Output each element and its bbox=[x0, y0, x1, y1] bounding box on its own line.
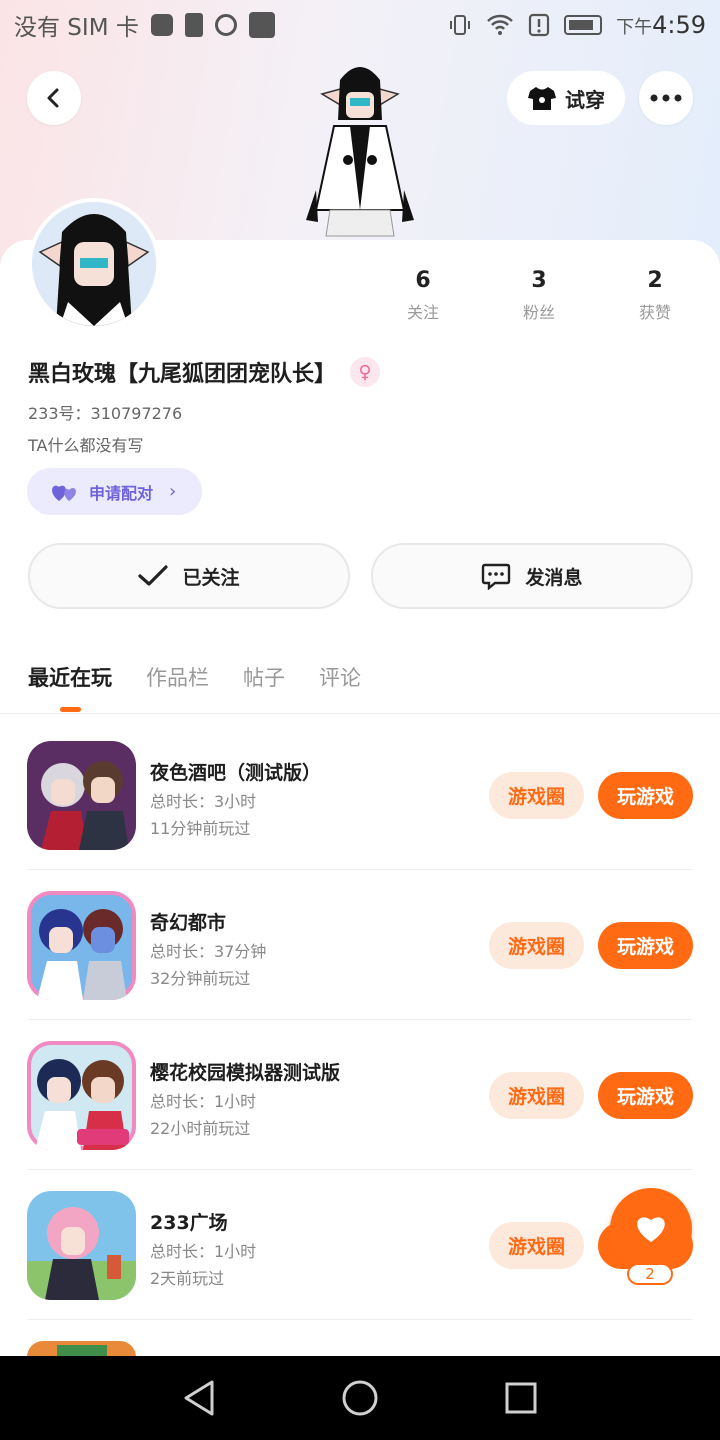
bio-text: TA什么都没有写 bbox=[28, 436, 144, 455]
chat-bubble-icon bbox=[482, 563, 511, 590]
profile-stats: 6 关注 3 粉丝 2 获赞 bbox=[365, 268, 715, 323]
apply-pair-button[interactable]: 申请配对 › bbox=[27, 468, 202, 515]
stat-label: 获赞 bbox=[638, 303, 671, 322]
try-on-label: 试穿 bbox=[565, 87, 605, 112]
alert-icon bbox=[528, 13, 550, 37]
more-button[interactable] bbox=[639, 71, 693, 125]
system-navigation-bar bbox=[0, 1356, 720, 1440]
profile-tabs: 最近在玩 作品栏 帖子 评论 bbox=[28, 662, 361, 692]
play-game-button[interactable]: 玩游戏 bbox=[598, 772, 693, 819]
time-text: 4:59 bbox=[652, 11, 706, 39]
game-last-played: 11分钟前玩过 bbox=[150, 819, 251, 838]
paired-hearts-icon bbox=[52, 485, 76, 501]
battery-icon bbox=[564, 15, 603, 35]
profile-name: 黑白玫瑰【九尾狐团团宠队长】 bbox=[28, 362, 337, 387]
sd-card-icon bbox=[184, 13, 203, 37]
check-icon bbox=[138, 565, 169, 586]
game-circle-button[interactable]: 游戏圈 bbox=[489, 772, 584, 819]
tab-works[interactable]: 作品栏 bbox=[146, 662, 209, 692]
send-message-label: 发消息 bbox=[525, 566, 583, 589]
tabs-divider bbox=[0, 713, 720, 714]
play-game-button[interactable]: 玩游戏 bbox=[598, 1072, 693, 1119]
female-icon: ♀ bbox=[350, 357, 381, 387]
nav-home-icon[interactable] bbox=[341, 1379, 379, 1417]
recently-played-list: 夜色酒吧（测试版） 总时长：3小时 11分钟前玩过 游戏圈 玩游戏 奇幻都市 总… bbox=[0, 720, 720, 1361]
play-game-button[interactable]: 玩游戏 bbox=[598, 922, 693, 969]
game-icon[interactable] bbox=[27, 891, 136, 1000]
active-tab-indicator bbox=[60, 707, 81, 712]
app-notification-icon bbox=[248, 12, 275, 38]
game-duration: 总时长：1小时 bbox=[150, 1242, 257, 1261]
list-item[interactable] bbox=[0, 1320, 720, 1361]
game-title: 夜色酒吧（测试版） bbox=[150, 762, 322, 784]
stat-label: 粉丝 bbox=[522, 303, 555, 322]
stat-value: 6 bbox=[415, 268, 431, 293]
game-last-played: 2天前玩过 bbox=[150, 1269, 225, 1288]
try-on-button[interactable]: 试穿 bbox=[507, 71, 625, 125]
tab-recently-played[interactable]: 最近在玩 bbox=[28, 662, 112, 692]
notification-icon bbox=[150, 14, 173, 36]
tshirt-icon bbox=[528, 87, 556, 110]
floating-like-button[interactable] bbox=[610, 1188, 692, 1270]
back-arrow-icon bbox=[47, 88, 59, 108]
game-icon[interactable] bbox=[27, 741, 136, 850]
tab-comments[interactable]: 评论 bbox=[319, 662, 361, 692]
tab-posts[interactable]: 帖子 bbox=[243, 662, 285, 692]
stat-label: 关注 bbox=[406, 303, 439, 322]
game-circle-button[interactable]: 游戏圈 bbox=[489, 1222, 584, 1269]
game-last-played: 22小时前玩过 bbox=[150, 1119, 251, 1138]
game-duration: 总时长：1小时 bbox=[150, 1092, 257, 1111]
list-item[interactable]: 奇幻都市 总时长：37分钟 32分钟前玩过 游戏圈 玩游戏 bbox=[0, 870, 720, 1020]
followed-button[interactable]: 已关注 bbox=[28, 543, 350, 609]
game-duration: 总时长：37分钟 bbox=[150, 942, 267, 961]
game-last-played: 32分钟前玩过 bbox=[150, 969, 251, 988]
game-circle-button[interactable]: 游戏圈 bbox=[489, 1072, 584, 1119]
carrier-text: 没有 SIM 卡 bbox=[14, 15, 139, 41]
list-item[interactable]: 233广场 总时长：1小时 2天前玩过 游戏圈 玩游戏 bbox=[0, 1170, 720, 1320]
send-message-button[interactable]: 发消息 bbox=[371, 543, 693, 609]
stat-followers[interactable]: 3 粉丝 bbox=[481, 268, 597, 323]
followed-label: 已关注 bbox=[182, 566, 240, 589]
chevron-right-icon: › bbox=[169, 481, 177, 502]
game-title: 樱花校园模拟器测试版 bbox=[150, 1062, 341, 1084]
game-icon[interactable] bbox=[27, 1041, 136, 1150]
user-id: 233号：310797276 bbox=[28, 404, 183, 423]
avatar-character-figure bbox=[304, 60, 416, 242]
more-dots-icon bbox=[650, 94, 682, 102]
hotspot-icon bbox=[214, 14, 237, 36]
pair-label: 申请配对 bbox=[89, 483, 154, 503]
vibrate-icon bbox=[450, 15, 471, 35]
status-bar: 没有 SIM 卡 下午4:59 bbox=[0, 0, 720, 50]
stat-likes[interactable]: 2 获赞 bbox=[597, 268, 713, 323]
back-button[interactable] bbox=[27, 71, 81, 125]
wifi-icon bbox=[487, 14, 513, 35]
stat-value: 2 bbox=[647, 268, 663, 293]
name-row: 黑白玫瑰【九尾狐团团宠队长】 ♀ bbox=[28, 356, 381, 388]
heart-icon bbox=[637, 1217, 665, 1242]
game-title: 奇幻都市 bbox=[150, 912, 227, 934]
game-duration: 总时长：3小时 bbox=[150, 792, 257, 811]
list-item[interactable]: 夜色酒吧（测试版） 总时长：3小时 11分钟前玩过 游戏圈 玩游戏 bbox=[0, 720, 720, 870]
list-item[interactable]: 樱花校园模拟器测试版 总时长：1小时 22小时前玩过 游戏圈 玩游戏 bbox=[0, 1020, 720, 1170]
clock: 下午4:59 bbox=[616, 11, 706, 39]
nav-back-icon[interactable] bbox=[182, 1379, 216, 1417]
like-count-badge: 2 bbox=[627, 1263, 673, 1285]
game-icon[interactable] bbox=[27, 1191, 136, 1300]
stat-following[interactable]: 6 关注 bbox=[365, 268, 481, 323]
nav-recents-icon[interactable] bbox=[504, 1381, 538, 1415]
stat-value: 3 bbox=[531, 268, 547, 293]
avatar[interactable] bbox=[28, 198, 160, 330]
game-title: 233广场 bbox=[150, 1212, 228, 1234]
time-prefix: 下午 bbox=[616, 17, 653, 38]
game-circle-button[interactable]: 游戏圈 bbox=[489, 922, 584, 969]
